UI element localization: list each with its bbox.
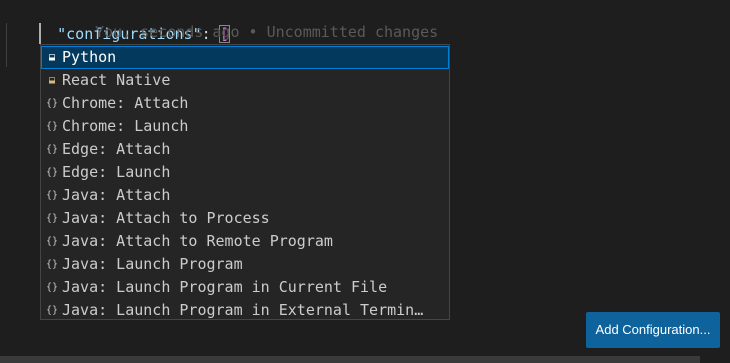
braces-icon: {} [45,98,59,109]
suggestion-item[interactable]: {} Edge: Launch [41,161,449,184]
braces-icon: {} [45,305,59,316]
suggestion-item[interactable]: {} Java: Launch Program [41,253,449,276]
indent-guide [6,23,7,67]
suggestion-item[interactable]: {} Java: Attach to Remote Program [41,230,449,253]
suggestion-item[interactable]: {} Java: Attach [41,184,449,207]
suggestion-item[interactable]: ⬓ Python [41,46,449,69]
suggestion-item[interactable]: {} Edge: Attach [41,138,449,161]
suggestion-item[interactable]: ⬓ React Native [41,69,449,92]
code-editor[interactable]: "configurations": [ You, seconds ago • U… [0,0,730,363]
braces-icon: {} [45,144,59,155]
braces-icon: {} [45,121,59,132]
suggestion-label: Chrome: Launch [62,117,189,135]
suggestion-item[interactable]: {} Java: Launch Program in Current File [41,276,449,299]
suggestion-label: Python [62,48,117,66]
braces-icon: {} [45,167,59,178]
snippet-icon: ⬓ [48,52,56,63]
suggestion-label: Edge: Attach [62,140,171,158]
braces-icon: {} [45,259,59,270]
suggestion-widget: ⬓ Python ⬓ React Native {} Chrome: Attac… [40,44,450,320]
suggestion-label: Java: Attach [62,186,171,204]
braces-icon: {} [45,213,59,224]
suggestion-label: Java: Launch Program in Current File [62,278,388,296]
suggestion-label: Java: Launch Program in External Termin… [62,301,424,319]
suggestion-label: Java: Launch Program [62,255,243,273]
braces-icon: {} [45,190,59,201]
suggestion-label: Chrome: Attach [62,94,189,112]
suggestion-item[interactable]: {} Java: Attach to Process [41,207,449,230]
suggestion-item[interactable]: {} Chrome: Launch [41,115,449,138]
suggestion-label: Java: Attach to Process [62,209,270,227]
text-cursor [39,23,41,44]
git-blame-ghost-text: You, seconds ago • Uncommitted changes [95,23,439,41]
suggestion-label: Java: Attach to Remote Program [62,232,333,250]
snippet-icon: ⬓ [48,75,56,86]
horizontal-scrollbar[interactable] [0,356,700,363]
suggestion-label: React Native [62,71,171,89]
braces-icon: {} [45,236,59,247]
code-line-configurations: "configurations": [ [21,0,230,43]
suggestion-item[interactable]: {} Java: Launch Program in External Term… [41,299,449,322]
suggestion-label: Edge: Launch [62,163,171,181]
braces-icon: {} [45,282,59,293]
add-configuration-button[interactable]: Add Configuration... [586,312,720,348]
suggestion-item[interactable]: {} Chrome: Attach [41,92,449,115]
